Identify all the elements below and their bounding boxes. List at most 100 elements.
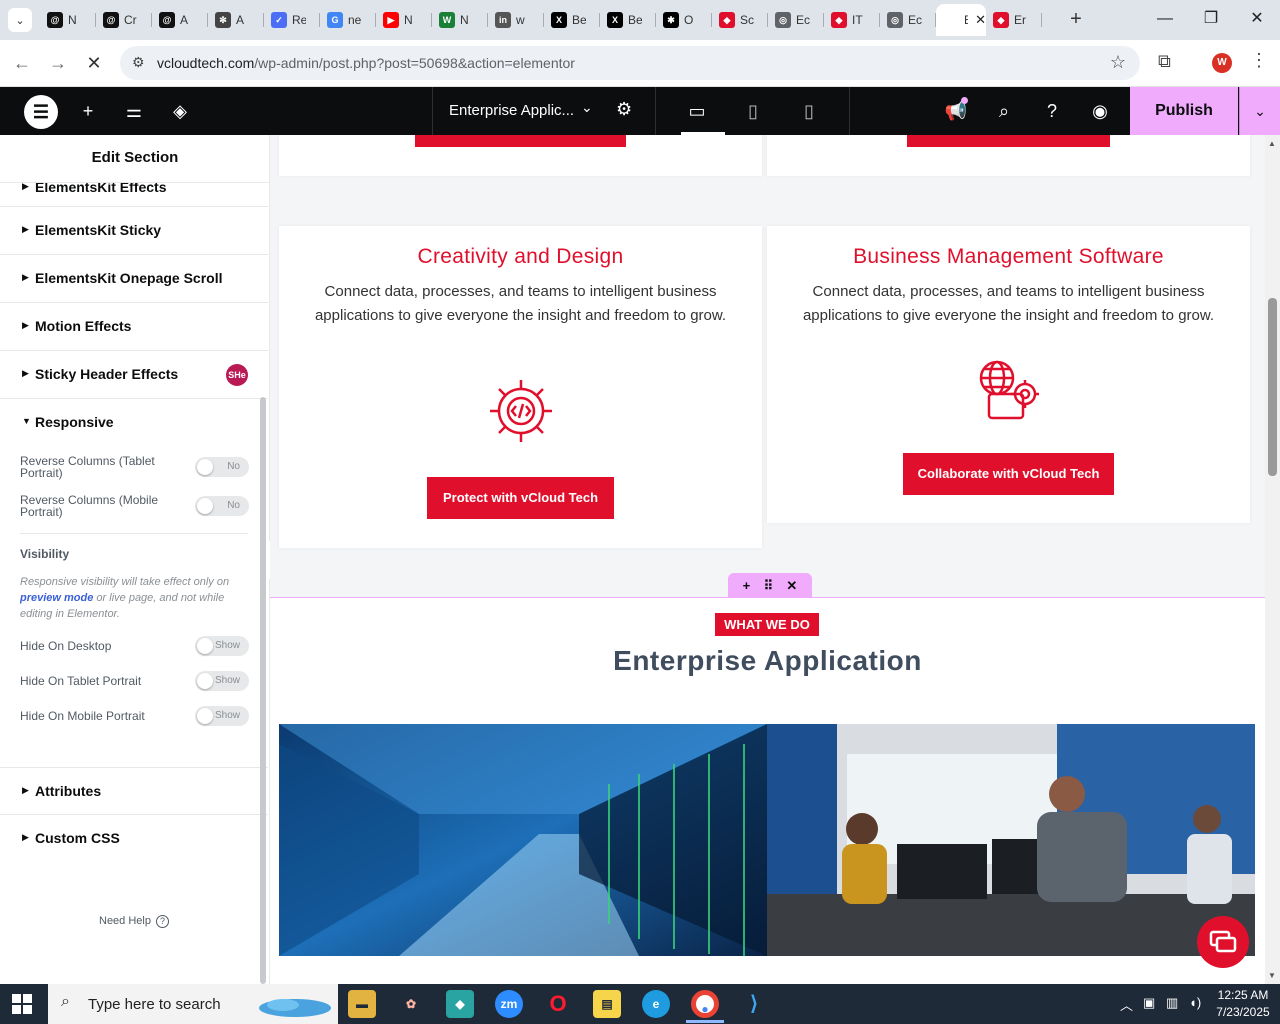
new-tab-button[interactable]: + [1066,8,1086,32]
hide-tablet-switch[interactable]: Show [195,671,249,691]
accordion-custom-css[interactable]: ▶ Custom CSS [0,815,268,863]
accordion-elementskit-onepage[interactable]: ▶ ElementsKit Onepage Scroll [0,255,268,303]
datacenter-image [279,724,767,956]
browser-tab[interactable]: ▶ N [376,4,432,36]
elementor-logo-icon[interactable]: ☰ [24,95,58,129]
browser-tab[interactable]: ◎ Ec [768,4,824,36]
hide-desktop-switch[interactable]: Show [195,636,249,656]
accordion-motion-effects[interactable]: ▶ Motion Effects [0,303,268,351]
linkedin-icon: in [495,12,511,28]
windows-start-icon[interactable] [12,994,32,1014]
preview-mode-link[interactable]: preview mode [20,592,93,604]
bookmark-star-icon[interactable]: ☆ [1110,52,1126,73]
site-settings-sliders-icon[interactable]: ⚌ [120,97,148,125]
chrome-browser-icon[interactable]: ● [691,990,719,1018]
browser-tab[interactable]: ◎ Ec [880,4,936,36]
document-title-menu[interactable]: Enterprise Applic... ⌄ ⚙ [432,87,656,135]
caret-right-icon: ▶ [22,224,29,234]
scroll-thumb[interactable] [1268,298,1277,476]
stop-loading-button[interactable]: ✕ [80,50,108,78]
site-info-icon[interactable]: ⚙ [132,54,145,71]
edge-browser-icon[interactable]: e [642,990,670,1018]
sticky-notes-icon[interactable]: ▤ [593,990,621,1018]
collaborate-button[interactable]: Collaborate with vCloud Tech [903,453,1114,495]
previous-button-left[interactable] [415,135,626,147]
desktop-view-icon[interactable]: ▭ [669,87,725,135]
browser-tab[interactable]: ✓ Re [264,4,320,36]
taskbar-search-box[interactable]: ⌕ Type here to search [48,984,338,1024]
scroll-down-arrow-icon[interactable]: ▼ [1268,971,1276,980]
file-explorer-icon[interactable]: ▬ [348,990,376,1018]
browser-tab[interactable]: ✱ O [656,4,712,36]
accordion-sticky-header-effects[interactable]: ▶ Sticky Header Effects SHe [0,351,268,399]
add-element-icon[interactable]: + [74,97,102,125]
browser-tab[interactable]: @ Cr [96,4,152,36]
panel-scrollbar[interactable] [260,397,266,984]
browser-tab[interactable]: ◆ Er [986,4,1042,36]
accordion-attributes[interactable]: ▶ Attributes [0,767,268,815]
accordion-responsive[interactable]: ▼ Responsive [0,399,268,447]
search-highlight-dolphin-image [259,999,331,1017]
control-label: Reverse Columns (Mobile Portrait) [20,493,159,519]
security-tray-icon[interactable]: ▣ [1143,995,1155,1011]
back-button[interactable]: ← [8,50,36,78]
drag-handle-icon[interactable]: ⠿ [764,578,774,594]
publish-options-button[interactable]: ⌄ [1239,87,1280,135]
canvas-scrollbar[interactable]: ▲ ▼ [1265,135,1280,984]
publish-button[interactable]: Publish [1130,87,1238,135]
browser-tab[interactable]: @ A [152,4,208,36]
browser-tab[interactable]: X Be [544,4,600,36]
volume-icon[interactable]: ◖) [1189,995,1201,1010]
browser-tab[interactable]: Gne [320,4,376,36]
preview-eye-icon[interactable]: ◉ [1086,97,1114,125]
sketch-app-icon[interactable]: ◆ [446,990,474,1018]
opera-browser-icon[interactable]: O [544,990,572,1018]
reverse-columns-tablet-switch[interactable]: No [195,457,249,477]
extensions-puzzle-icon[interactable]: ⧉ [1158,51,1171,72]
page-settings-gear-icon[interactable]: ⚙ [616,99,632,120]
network-icon[interactable]: ▥ [1166,995,1178,1011]
accordion-elementskit-sticky[interactable]: ▶ ElementsKit Sticky [0,207,268,255]
address-bar[interactable]: ⚙ vcloudtech.com/wp-admin/post.php?post=… [120,46,1140,80]
add-section-icon[interactable]: + [743,578,751,593]
browser-tab[interactable]: ◆ IT [824,4,880,36]
control-label: Hide On Tablet Portrait [20,674,142,688]
paint-app-icon[interactable]: ✿ [397,990,425,1018]
taskbar-clock[interactable]: 12:25 AM 7/23/2025 [1210,987,1276,1021]
browser-tab[interactable]: WN [432,4,488,36]
tray-overflow-chevron-icon[interactable]: ︿ [1120,995,1133,1014]
chat-widget-button[interactable] [1197,916,1249,968]
caret-right-icon: ▶ [22,832,29,842]
forward-button[interactable]: → [44,50,72,78]
previous-button-right[interactable] [907,135,1110,147]
previous-card-left [279,135,762,176]
minimize-button[interactable]: — [1142,8,1188,32]
protect-button[interactable]: Protect with vCloud Tech [427,477,614,519]
browser-tab[interactable]: in w [488,4,544,36]
browser-tab[interactable]: ✻ A [208,4,264,36]
reverse-columns-mobile-switch[interactable]: No [195,496,249,516]
hide-mobile-switch[interactable]: Show [195,706,249,726]
tab-title: Er [1014,13,1026,27]
zoom-app-icon[interactable]: zm [495,990,523,1018]
close-tab-icon[interactable]: ✕ [975,12,986,28]
tab-search-button[interactable]: ⌄ [8,8,32,32]
need-help-link[interactable]: Need Help? [99,915,169,928]
vscode-icon[interactable]: ⟩ [740,990,768,1018]
structure-layers-icon[interactable]: ◈ [166,97,194,125]
close-window-button[interactable]: ✕ [1234,8,1280,32]
panel-title: Edit Section [0,135,269,183]
browser-tab[interactable]: @ N [40,4,96,36]
profile-avatar[interactable]: W [1212,53,1232,73]
help-icon[interactable]: ? [1038,97,1066,125]
browser-tab[interactable]: X Be [600,4,656,36]
tablet-view-icon[interactable]: ▯ [725,87,781,135]
browser-menu-icon[interactable]: ⋮ [1250,50,1268,71]
delete-section-icon[interactable]: ✕ [786,578,797,594]
browser-tab[interactable]: ◆ Sc [712,4,768,36]
restore-button[interactable]: ❐ [1188,8,1234,32]
scroll-up-arrow-icon[interactable]: ▲ [1268,139,1276,148]
search-icon[interactable]: ⌕ [990,97,1018,125]
mobile-view-icon[interactable]: ▯ [781,87,837,135]
browser-tab[interactable]: Ec ✕ [936,4,986,36]
